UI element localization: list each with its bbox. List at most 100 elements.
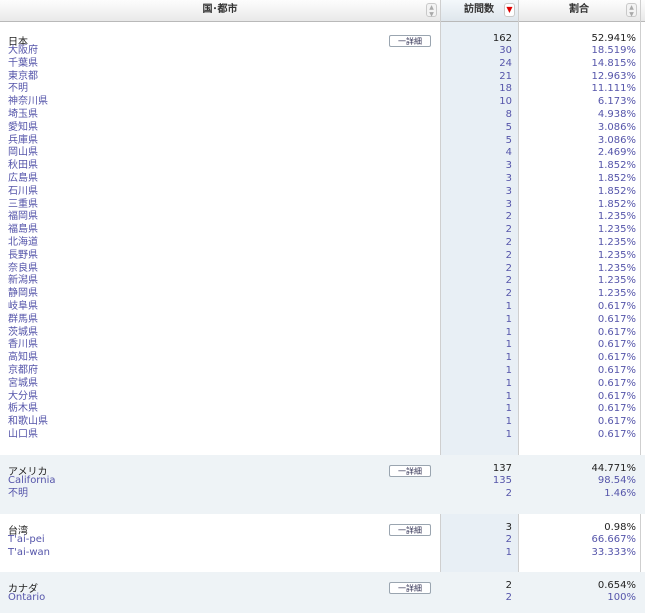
- region-name[interactable]: T'ai-wan: [8, 547, 50, 560]
- percent-column-header[interactable]: 割合: [518, 0, 640, 21]
- region-percent: 14.815%: [591, 57, 637, 69]
- region-name[interactable]: 岐阜県: [8, 301, 38, 314]
- region-name[interactable]: T'ai-pei: [8, 534, 45, 547]
- region-name[interactable]: 不明: [8, 488, 28, 501]
- geo-report-table: 国･都市 ▲ ▼ 訪問数 ▼ 割合 ▲ ▼ 日本 一詳細 162 52.941% 大阪府 30…: [0, 0, 657, 613]
- region-name[interactable]: 三重県: [8, 199, 38, 212]
- region-name[interactable]: 京都府: [8, 365, 38, 378]
- region-visits: 2: [505, 592, 512, 603]
- region-row: 山口県 1 0.617%: [0, 429, 657, 442]
- region-name[interactable]: 静岡県: [8, 288, 38, 301]
- region-row: 三重県 3 1.852%: [0, 199, 657, 212]
- region-visits: 1: [505, 390, 512, 402]
- region-row: 千葉県 24 14.815%: [0, 58, 657, 71]
- region-row: California 135 98.54%: [0, 475, 657, 488]
- region-percent: 0.617%: [597, 390, 636, 402]
- region-percent: 0.617%: [597, 326, 636, 338]
- region-percent: 6.173%: [597, 96, 636, 108]
- region-visits: 2: [505, 487, 512, 499]
- region-visits: 2: [505, 262, 512, 274]
- region-percent: 2.469%: [597, 147, 636, 159]
- sort-desc-icon[interactable]: ▼: [504, 3, 515, 17]
- region-name[interactable]: 神奈川県: [8, 96, 48, 109]
- region-visits: 24: [499, 57, 512, 69]
- region-percent: 0.617%: [597, 313, 636, 325]
- region-row: 静岡県 2 1.235%: [0, 288, 657, 301]
- region-name[interactable]: 福島県: [8, 224, 38, 237]
- region-row: 岡山県 4 2.469%: [0, 147, 657, 160]
- region-name[interactable]: 北海道: [8, 237, 38, 250]
- country-group: 日本 一詳細 162 52.941% 大阪府 30 18.519% 千葉県 24 14.815% 東…: [0, 25, 657, 455]
- country-percent: 44.771%: [591, 463, 637, 474]
- region-visits: 5: [505, 134, 512, 146]
- region-name[interactable]: 群馬県: [8, 314, 38, 327]
- region-name[interactable]: 宮城県: [8, 378, 38, 391]
- region-name[interactable]: 福岡県: [8, 211, 38, 224]
- region-visits: 1: [505, 428, 512, 440]
- region-visits: 135: [492, 475, 512, 486]
- region-name[interactable]: 和歌山県: [8, 416, 48, 429]
- region-row: 京都府 1 0.617%: [0, 365, 657, 378]
- region-name[interactable]: 千葉県: [8, 58, 38, 71]
- region-row: 大阪府 30 18.519%: [0, 45, 657, 58]
- scrollbar[interactable]: [645, 0, 657, 613]
- region-visits: 1: [505, 377, 512, 389]
- region-percent: 1.235%: [597, 211, 636, 223]
- country-visits: 137: [492, 463, 512, 474]
- region-visits: 1: [505, 300, 512, 312]
- sort-location-icon[interactable]: ▲ ▼: [426, 3, 437, 18]
- region-visits: 3: [505, 185, 512, 197]
- region-name[interactable]: 埼玉県: [8, 109, 38, 122]
- country-percent: 0.654%: [597, 580, 636, 591]
- region-name[interactable]: 秋田県: [8, 160, 38, 173]
- region-row: 宮城県 1 0.617%: [0, 378, 657, 391]
- region-percent: 1.852%: [597, 172, 636, 184]
- region-percent: 0.617%: [597, 403, 636, 415]
- region-name[interactable]: 栃木県: [8, 403, 38, 416]
- region-name[interactable]: 長野県: [8, 250, 38, 263]
- region-percent: 0.617%: [597, 377, 636, 389]
- region-list: T'ai-pei 2 66.667% T'ai-wan 1 33.333%: [0, 534, 657, 560]
- region-visits: 2: [505, 288, 512, 300]
- region-row: 北海道 2 1.235%: [0, 237, 657, 250]
- region-name[interactable]: 石川県: [8, 186, 38, 199]
- region-percent: 1.852%: [597, 185, 636, 197]
- region-row: 新潟県 2 1.235%: [0, 275, 657, 288]
- region-name[interactable]: 高知県: [8, 352, 38, 365]
- region-row: 香川県 1 0.617%: [0, 339, 657, 352]
- region-name[interactable]: 広島県: [8, 173, 38, 186]
- region-percent: 0.617%: [597, 416, 636, 428]
- location-column-header[interactable]: 国･都市: [0, 0, 440, 21]
- region-percent: 0.617%: [597, 428, 636, 440]
- country-group: アメリカ 一詳細 137 44.771% California 135 98.54% 不明 2 1…: [0, 455, 657, 514]
- region-name[interactable]: 奈良県: [8, 263, 38, 276]
- region-name[interactable]: 茨城県: [8, 327, 38, 340]
- region-visits: 1: [505, 352, 512, 364]
- region-name[interactable]: 香川県: [8, 339, 38, 352]
- region-visits: 5: [505, 121, 512, 133]
- region-name[interactable]: 大分県: [8, 391, 38, 404]
- region-percent: 18.519%: [591, 45, 637, 56]
- region-name[interactable]: 不明: [8, 83, 28, 96]
- region-name[interactable]: 東京都: [8, 71, 38, 84]
- region-percent: 11.111%: [591, 83, 637, 95]
- region-name[interactable]: 岡山県: [8, 147, 38, 160]
- region-visits: 1: [505, 546, 512, 558]
- region-name[interactable]: 大阪府: [8, 45, 38, 58]
- region-row: 不明 2 1.46%: [0, 488, 657, 501]
- sort-percent-icon[interactable]: ▲ ▼: [626, 3, 637, 18]
- region-percent: 0.617%: [597, 352, 636, 364]
- region-percent: 12.963%: [591, 70, 637, 82]
- region-name[interactable]: California: [8, 475, 56, 488]
- country-group: カナダ 一詳細 2 0.654% Ontario 2 100%: [0, 572, 657, 613]
- region-visits: 1: [505, 364, 512, 376]
- region-name[interactable]: 新潟県: [8, 275, 38, 288]
- region-name[interactable]: 山口県: [8, 429, 38, 442]
- country-group: 台湾 一詳細 3 0.98% T'ai-pei 2 66.667% T'ai-wan 1 33.3…: [0, 514, 657, 572]
- region-visits: 21: [499, 70, 512, 82]
- region-visits: 1: [505, 416, 512, 428]
- region-name[interactable]: Ontario: [8, 592, 45, 605]
- region-name[interactable]: 愛知県: [8, 122, 38, 135]
- region-visits: 2: [505, 249, 512, 261]
- region-name[interactable]: 兵庫県: [8, 135, 38, 148]
